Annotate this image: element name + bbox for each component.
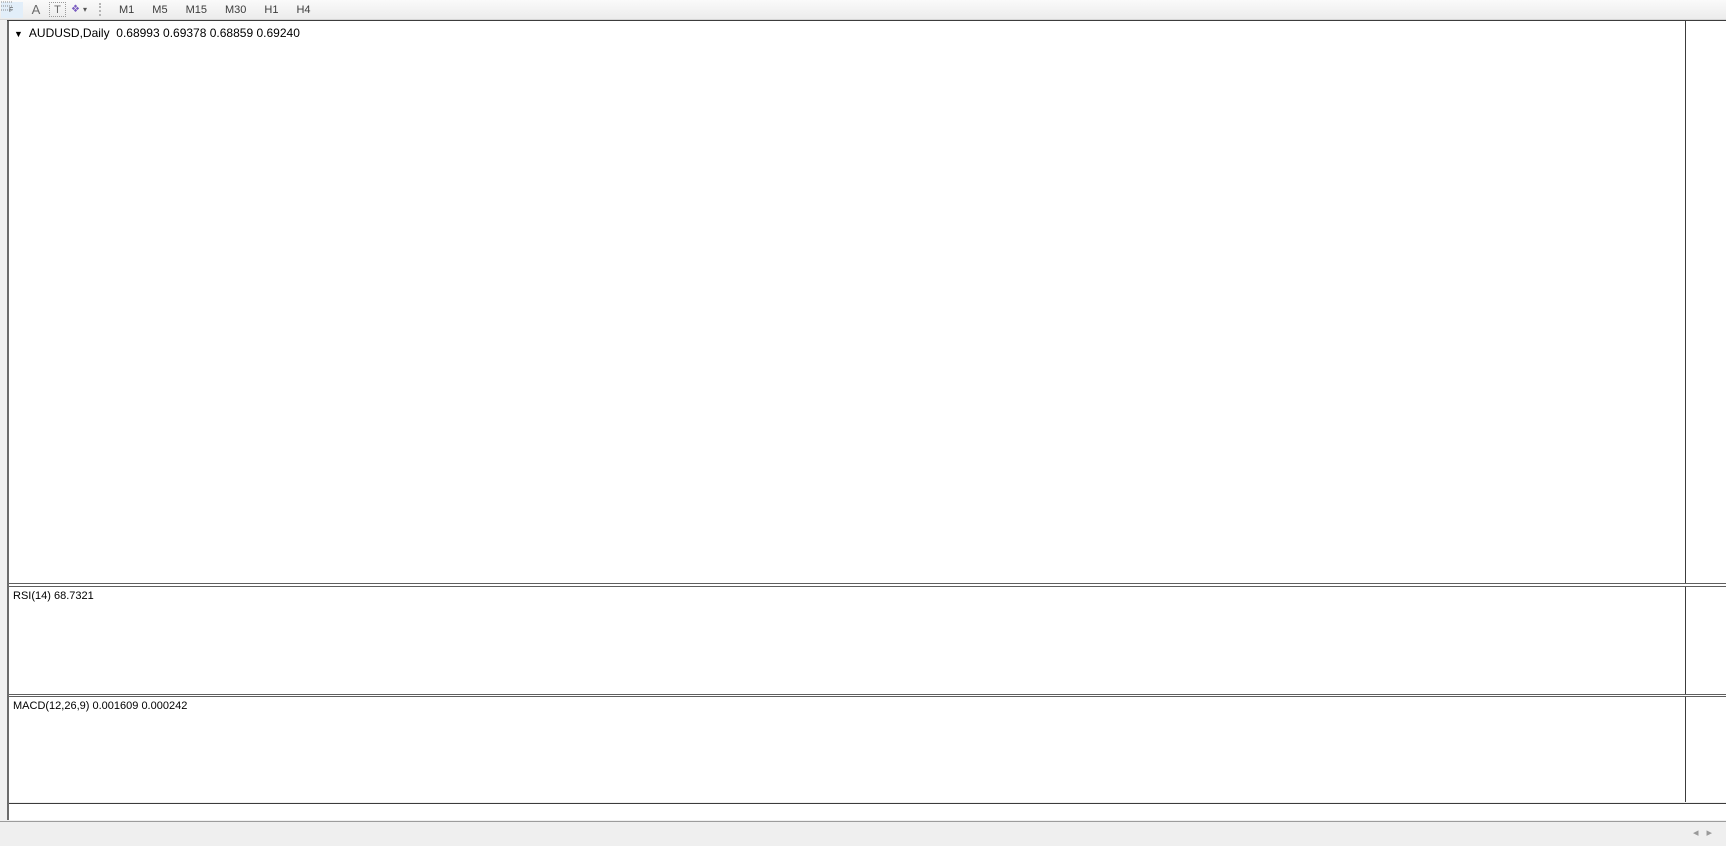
tab-scroll-left-icon[interactable]: ◂ bbox=[1693, 827, 1707, 839]
svg-text:F: F bbox=[9, 7, 13, 13]
timeframe-button-h1[interactable]: H1 bbox=[256, 1, 286, 18]
macd-main-value: 0.001609 bbox=[92, 700, 138, 712]
fibonacci-icon: F bbox=[0, 0, 16, 13]
arrows-icon: ❖ bbox=[71, 4, 80, 15]
timeframe-button-h4[interactable]: H4 bbox=[288, 1, 318, 18]
timeframe-button-m30[interactable]: M30 bbox=[217, 1, 254, 18]
ohlc-high: 0.69378 bbox=[163, 26, 206, 40]
ohlc-close: 0.69240 bbox=[256, 26, 299, 40]
chart-symbol: AUDUSD,Daily bbox=[29, 26, 110, 40]
date-axis[interactable] bbox=[9, 803, 1726, 820]
rsi-panel[interactable] bbox=[9, 587, 1685, 695]
rsi-value: 68.7321 bbox=[54, 590, 94, 602]
text-tool-button[interactable]: A bbox=[25, 2, 47, 18]
arrows-tool-button[interactable]: ❖ ▾ bbox=[68, 2, 90, 18]
ohlc-open: 0.68993 bbox=[116, 26, 159, 40]
candlestick-chart[interactable] bbox=[9, 21, 1685, 583]
chart-title: ▼ AUDUSD,Daily 0.68993 0.69378 0.68859 0.… bbox=[14, 26, 300, 40]
macd-axis[interactable] bbox=[1686, 697, 1726, 802]
macd-panel[interactable] bbox=[9, 697, 1685, 802]
dropdown-caret-icon: ▾ bbox=[83, 5, 87, 14]
ohlc-low: 0.68859 bbox=[210, 26, 253, 40]
timeframe-button-m15[interactable]: M15 bbox=[178, 1, 215, 18]
timeframe-button-m5[interactable]: M5 bbox=[144, 1, 175, 18]
toolbar: F A T ❖ ▾ M1M5M15M30H1H4 bbox=[0, 0, 1726, 20]
rsi-label: RSI(14) 68.7321 bbox=[13, 590, 94, 602]
macd-signal-value: 0.000242 bbox=[141, 700, 187, 712]
rsi-axis[interactable] bbox=[1686, 587, 1726, 695]
fibonacci-tool-button[interactable]: F bbox=[1, 2, 23, 18]
macd-chart[interactable] bbox=[9, 697, 1685, 802]
toolbar-grip bbox=[99, 3, 105, 16]
rsi-chart[interactable] bbox=[9, 587, 1685, 695]
price-axis[interactable] bbox=[1686, 21, 1726, 583]
macd-label: MACD(12,26,9) 0.001609 0.000242 bbox=[13, 700, 187, 712]
tab-scroll-right-icon[interactable]: ▸ bbox=[1706, 827, 1720, 839]
tab-scroll-arrows: ◂▸ bbox=[1693, 826, 1720, 839]
collapse-arrow-icon[interactable]: ▼ bbox=[14, 29, 23, 39]
timeframe-button-m1[interactable]: M1 bbox=[111, 1, 142, 18]
chart-tab-bar bbox=[0, 821, 1726, 846]
text-label-tool-button[interactable]: T bbox=[49, 2, 66, 17]
main-chart-panel[interactable] bbox=[9, 21, 1685, 583]
